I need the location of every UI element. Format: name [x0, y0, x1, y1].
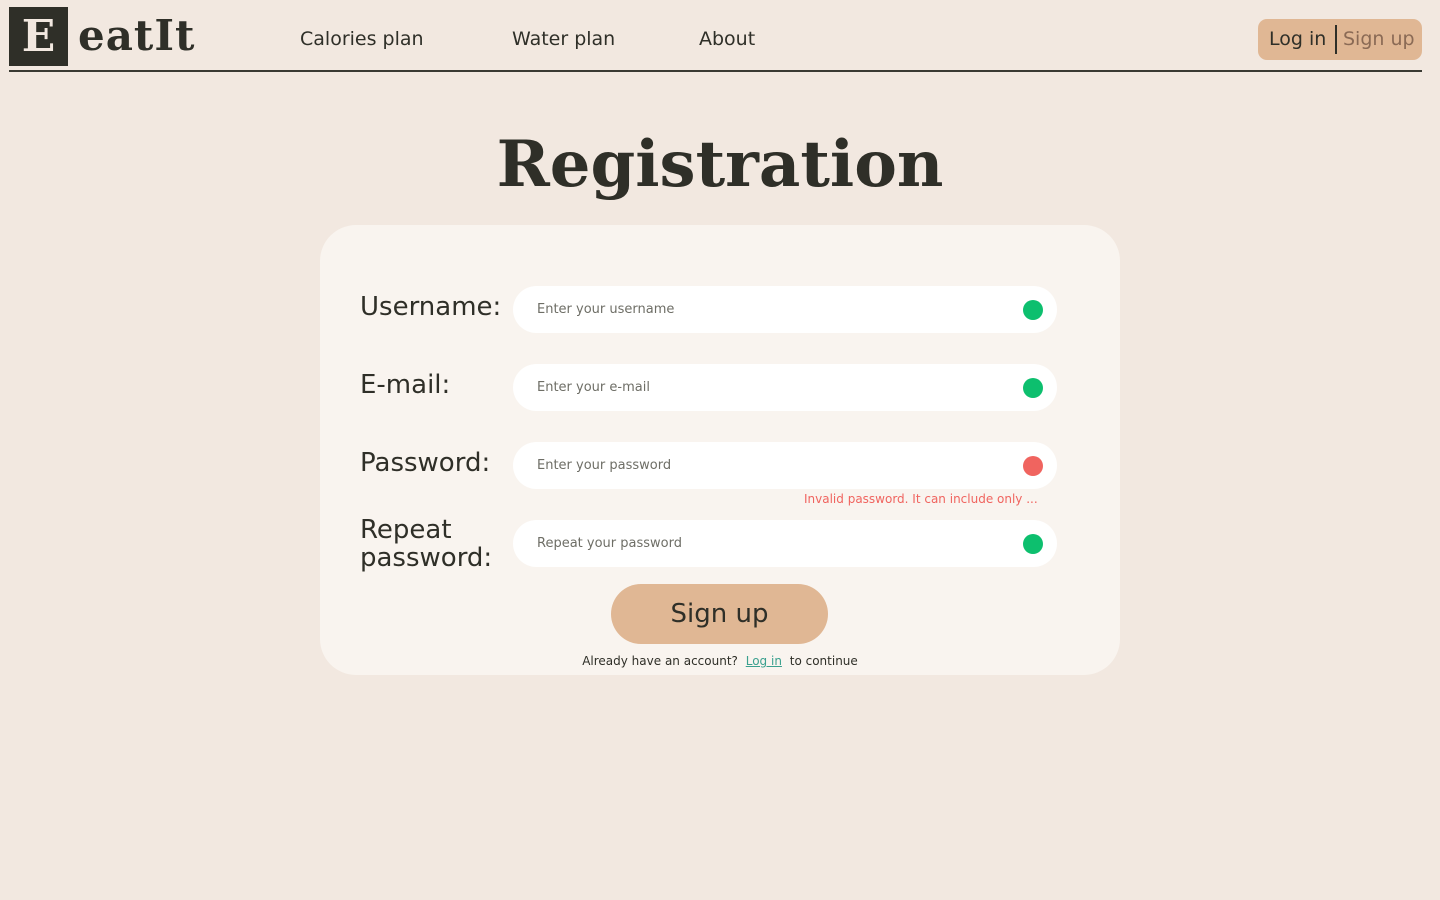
top-navbar: E eatIt Calories plan Water plan About L…	[9, 0, 1422, 72]
nav-about[interactable]: About	[699, 27, 755, 51]
repeat-password-label: Repeat password:	[360, 516, 492, 572]
signup-link[interactable]: Sign up	[1343, 27, 1415, 51]
username-input[interactable]	[537, 286, 1007, 333]
page-title: Registration	[496, 127, 944, 202]
login-prompt-link[interactable]: Log in	[746, 654, 782, 668]
repeat-password-input[interactable]	[537, 520, 1007, 567]
username-field[interactable]	[513, 286, 1057, 333]
password-label: Password:	[360, 448, 491, 478]
password-input[interactable]	[537, 442, 1007, 489]
logo-text[interactable]: eatIt	[78, 10, 195, 62]
username-label: Username:	[360, 292, 502, 322]
email-field[interactable]	[513, 364, 1057, 411]
registration-card: Username: E-mail: Password: Invalid pass…	[320, 225, 1120, 675]
login-prompt-prefix: Already have an account?	[582, 654, 738, 668]
sign-up-button[interactable]: Sign up	[611, 584, 828, 644]
auth-switch: Log in Sign up	[1258, 19, 1422, 60]
nav-water-plan[interactable]: Water plan	[512, 27, 615, 51]
email-label: E-mail:	[360, 370, 451, 400]
auth-divider	[1335, 25, 1337, 54]
login-link[interactable]: Log in	[1269, 27, 1326, 51]
repeat-password-field[interactable]	[513, 520, 1057, 567]
logo-mark[interactable]: E	[9, 7, 68, 66]
repeat-password-status-indicator	[1023, 534, 1043, 554]
login-prompt-suffix: to continue	[789, 654, 858, 668]
login-prompt: Already have an account? Log in to conti…	[320, 653, 1120, 669]
repeat-password-label-line2: password:	[360, 543, 493, 573]
nav-calories-plan[interactable]: Calories plan	[300, 27, 424, 51]
email-input[interactable]	[537, 364, 1007, 411]
password-field[interactable]	[513, 442, 1057, 489]
username-status-indicator	[1023, 300, 1043, 320]
password-status-indicator	[1023, 456, 1043, 476]
password-error-message: Invalid password. It can include only ..…	[804, 492, 1038, 506]
email-status-indicator	[1023, 378, 1043, 398]
repeat-password-label-line1: Repeat	[360, 515, 452, 545]
